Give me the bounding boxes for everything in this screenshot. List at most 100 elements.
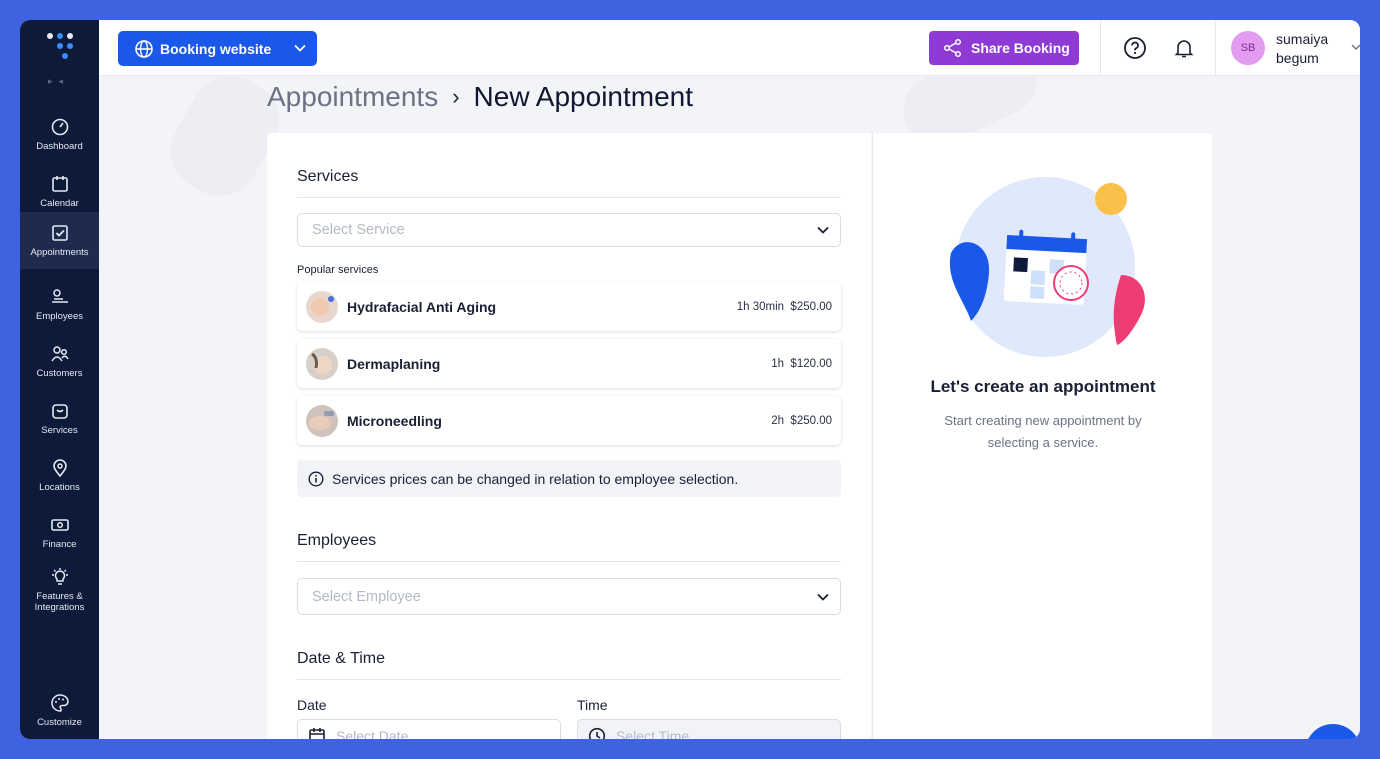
datetime-section-title: Date & Time: [297, 650, 386, 667]
chevron-down-icon: [294, 44, 306, 52]
sidebar-item-services[interactable]: Services: [20, 390, 99, 447]
top-header: Booking website Share Booking SB sumaiya…: [99, 20, 1360, 76]
globe-icon: [135, 39, 153, 58]
booking-website-label: Booking website: [160, 40, 272, 57]
employee-select-placeholder: Select Employee: [312, 588, 421, 605]
customers-icon: [50, 346, 69, 362]
sidebar-item-label: Finance: [42, 539, 77, 550]
employees-icon: [51, 289, 68, 303]
time-picker-input[interactable]: Select Time: [577, 719, 841, 739]
service-thumbnail: [306, 290, 338, 323]
popular-service-item[interactable]: Hydrafacial Anti Aging 1h 30min $250.00: [297, 282, 841, 331]
calendar-icon: [309, 728, 325, 739]
sidebar-item-label: Features & Integrations: [34, 591, 85, 613]
page-title: New Appointment: [473, 81, 694, 112]
dashboard-icon: [51, 118, 68, 136]
date-label: Date: [297, 697, 327, 713]
service-thumbnail: [306, 347, 338, 380]
calendar-illustration-icon: [949, 177, 1145, 357]
sidebar-item-label: Dashboard: [36, 141, 83, 152]
service-name: Dermaplaning: [347, 355, 441, 372]
app-window: ▸◂ Dashboard Calendar Appointments Emplo…: [20, 20, 1360, 739]
services-section-title: Services: [297, 168, 359, 185]
sidebar-item-label: Customers: [36, 368, 83, 379]
section-divider: [297, 679, 841, 680]
chevron-down-icon[interactable]: [1351, 42, 1360, 52]
share-booking-button[interactable]: Share Booking: [929, 31, 1079, 65]
info-icon: [308, 470, 324, 487]
section-divider: [297, 561, 841, 562]
finance-icon: [50, 519, 69, 531]
service-select-placeholder: Select Service: [312, 222, 405, 238]
sidebar-collapse-toggle[interactable]: ▸◂: [48, 76, 69, 87]
breadcrumb-separator: ›: [452, 84, 460, 109]
calendar-icon: [51, 176, 68, 192]
appointment-summary-panel: Let's create an appointment Start creati…: [872, 133, 1212, 739]
service-thumbnail: [306, 404, 338, 437]
location-pin-icon: [52, 459, 67, 478]
sidebar-item-label: Services: [41, 425, 78, 436]
popular-service-item[interactable]: Microneedling 2h $250.00: [297, 396, 841, 445]
sidebar-item-features-integrations[interactable]: Features & Integrations: [20, 555, 99, 625]
empty-state-title: Let's create an appointment: [930, 377, 1156, 396]
sidebar-item-label: Calendar: [40, 198, 79, 209]
service-duration: 1h: [771, 357, 785, 370]
lightbulb-icon: [51, 568, 68, 585]
service-meta: 2h $250.00: [771, 415, 832, 427]
employees-section-title: Employees: [297, 532, 377, 549]
appointments-icon: [51, 225, 68, 241]
sidebar-item-customers[interactable]: Customers: [20, 333, 99, 390]
popular-services-label: Popular services: [297, 264, 379, 276]
price-info-text: Services prices can be changed in relati…: [332, 470, 739, 487]
service-price: $120.00: [790, 357, 832, 370]
time-placeholder: Select Time: [616, 728, 690, 739]
service-price: $250.00: [790, 300, 832, 313]
sidebar-item-customize[interactable]: Customize: [20, 682, 99, 739]
service-name: Microneedling: [347, 412, 442, 429]
section-divider: [297, 197, 841, 198]
clock-icon: [588, 727, 606, 739]
app-logo-icon[interactable]: [46, 32, 74, 62]
chat-support-button[interactable]: [1305, 724, 1360, 739]
sidebar-item-label: Customize: [37, 717, 82, 728]
header-divider: [1100, 20, 1101, 76]
employee-select[interactable]: Select Employee: [297, 578, 841, 615]
booking-website-dropdown[interactable]: Booking website: [118, 31, 317, 66]
date-picker-input[interactable]: Select Date: [297, 719, 561, 739]
service-duration: 2h: [771, 414, 785, 427]
palette-icon: [50, 694, 69, 712]
service-meta: 1h 30min $250.00: [737, 301, 832, 313]
price-info-notice: Services prices can be changed in relati…: [297, 460, 841, 497]
service-price: $250.00: [790, 414, 832, 427]
share-icon: [943, 38, 962, 58]
new-appointment-form: Services Select Service Popular services…: [267, 133, 871, 739]
empty-state-subtitle: Start creating new appointment by select…: [944, 413, 1142, 450]
sidebar-item-dashboard[interactable]: Dashboard: [20, 106, 99, 163]
header-divider: [1215, 20, 1216, 76]
sidebar-item-label: Appointments: [30, 247, 89, 258]
sidebar-item-label: Locations: [39, 482, 80, 493]
service-meta: 1h $120.00: [771, 358, 832, 370]
bell-icon[interactable]: [1173, 37, 1195, 59]
services-icon: [51, 404, 68, 419]
time-label: Time: [577, 697, 608, 713]
sidebar-item-appointments[interactable]: Appointments: [20, 212, 99, 269]
service-select[interactable]: Select Service: [297, 213, 841, 247]
breadcrumb: Appointments › New Appointment: [267, 78, 693, 116]
breadcrumb-parent-link[interactable]: Appointments: [267, 81, 438, 113]
user-name[interactable]: sumaiya begum: [1276, 30, 1346, 68]
popular-service-item[interactable]: Dermaplaning 1h $120.00: [297, 339, 841, 388]
sidebar-item-label: Employees: [36, 311, 83, 322]
service-name: Hydrafacial Anti Aging: [347, 298, 497, 315]
help-icon[interactable]: [1123, 36, 1147, 60]
service-duration: 1h 30min: [736, 300, 785, 313]
sidebar-item-employees[interactable]: Employees: [20, 276, 99, 333]
sidebar-item-finance[interactable]: Finance: [20, 504, 99, 561]
date-placeholder: Select Date: [336, 728, 409, 739]
chevron-down-icon: [817, 593, 829, 601]
sidebar-item-locations[interactable]: Locations: [20, 447, 99, 504]
chevron-down-icon: [817, 226, 829, 234]
sidebar: ▸◂ Dashboard Calendar Appointments Emplo…: [20, 20, 99, 739]
share-booking-label: Share Booking: [971, 40, 1070, 56]
avatar[interactable]: SB: [1231, 31, 1265, 65]
